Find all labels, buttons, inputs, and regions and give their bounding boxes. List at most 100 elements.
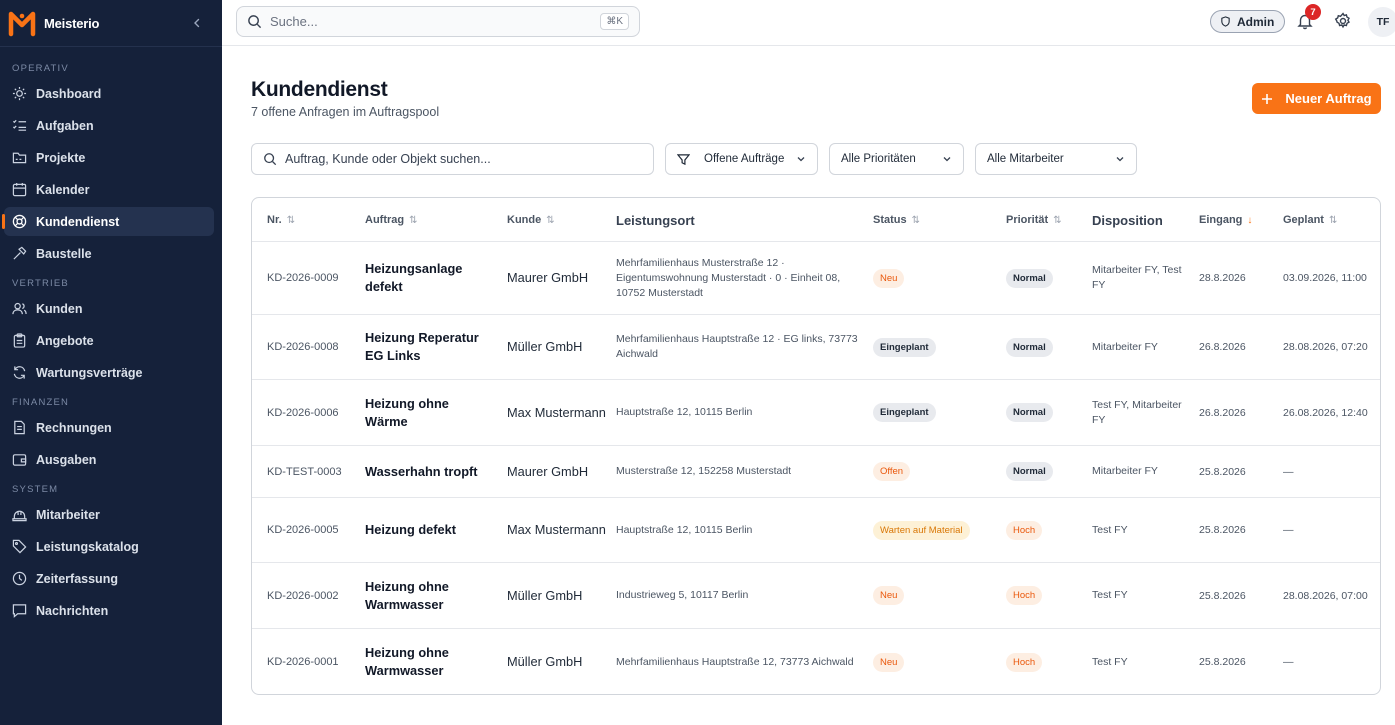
sidebar-item-label: Aufgaben <box>36 118 94 133</box>
order-search[interactable] <box>251 143 654 175</box>
brand: Meisterio <box>0 0 222 47</box>
avatar[interactable]: TF <box>1368 7 1395 37</box>
sidebar-item-angebote[interactable]: Angebote <box>4 326 214 355</box>
column-header-geplant[interactable]: Geplant ⇅ <box>1283 198 1337 242</box>
planned-date: 28.08.2026, 07:00 <box>1283 589 1368 602</box>
order-title-text: Heizung ohne Warmwasser <box>365 645 449 678</box>
service-location: Mehrfamilienhaus Hauptstraße 12, 73773 A… <box>616 629 862 694</box>
document-icon <box>14 420 25 435</box>
search-icon <box>248 15 262 29</box>
disposition: Mitarbeiter FY <box>1092 446 1182 497</box>
new-order-button[interactable]: Neuer Auftrag <box>1252 83 1381 114</box>
service-location: Hauptstraße 12, 10115 Berlin <box>616 498 862 562</box>
order-title[interactable]: Heizung ohne Warmwasser <box>365 563 493 628</box>
sort-icon: ⇅ <box>1053 214 1062 226</box>
sidebar-item-zeiterfassung[interactable]: Zeiterfassung <box>4 564 214 593</box>
sidebar-item-dashboard[interactable]: Dashboard <box>4 79 214 108</box>
column-header-status[interactable]: Status ⇅ <box>873 198 920 242</box>
column-header-disposition: Disposition <box>1092 198 1163 242</box>
users-icon <box>12 302 27 315</box>
orders-table: Nr. ⇅ Auftrag ⇅ Kunde ⇅ Leistungsort Status… <box>251 197 1381 695</box>
planned-date: 28.08.2026, 07:20 <box>1283 341 1368 353</box>
customer-name-text: Müller GmbH <box>507 654 583 669</box>
planned-date: 03.09.2026, 11:00 <box>1283 272 1367 284</box>
gear-icon[interactable] <box>1334 12 1352 30</box>
sidebar-item-aufgaben[interactable]: Aufgaben <box>4 111 214 140</box>
filter-icon <box>677 153 690 165</box>
status-filter[interactable]: Offene Aufträge <box>665 143 818 175</box>
sidebar-item-leistungskatalog[interactable]: Leistungskatalog <box>4 532 214 561</box>
order-search-input[interactable] <box>285 152 642 166</box>
disposition: Test FY <box>1092 629 1182 694</box>
section-title-finanzen: FINANZEN <box>12 397 70 408</box>
table-row[interactable]: KD-2026-0005 Heizung defekt Max Mustermann… <box>252 498 1380 563</box>
disposition-text: Mitarbeiter FY, Test FY <box>1092 264 1182 291</box>
hammer-icon <box>13 246 27 260</box>
column-header-prioritaet[interactable]: Priorität ⇅ <box>1006 198 1062 242</box>
customer-name-text: Maurer GmbH <box>507 270 589 285</box>
sidebar-item-label: Leistungskatalog <box>36 539 139 554</box>
column-label: Geplant <box>1283 214 1324 226</box>
sidebar-item-nachrichten[interactable]: Nachrichten <box>4 596 214 625</box>
order-title[interactable]: Heizung Reperatur EG Links <box>365 315 493 379</box>
column-header-nr[interactable]: Nr. ⇅ <box>267 198 295 242</box>
status-cell: Neu <box>873 563 905 628</box>
order-title[interactable]: Heizung ohne Warmwasser <box>365 629 493 694</box>
received-date: 25.8.2026 <box>1199 589 1246 602</box>
priority-cell: Hoch <box>1006 563 1043 628</box>
column-header-leistungsort: Leistungsort <box>616 198 695 242</box>
sidebar-item-kundendienst[interactable]: Kundendienst <box>2 207 214 236</box>
status-badge: Warten auf Material <box>873 520 970 540</box>
sort-desc-icon: ↓ <box>1247 214 1253 226</box>
collapse-sidebar-icon[interactable] <box>190 16 204 30</box>
status-badge: Eingeplant <box>873 337 936 357</box>
column-label: Leistungsort <box>616 212 695 228</box>
global-search-input[interactable] <box>270 14 601 29</box>
sidebar-item-projekte[interactable]: Projekte <box>4 143 214 172</box>
table-row[interactable]: KD-2026-0006 Heizung ohne Wärme Max Muster… <box>252 380 1380 446</box>
chevron-down-icon <box>797 157 805 162</box>
topbar: ⌘K Admin 7 TF <box>222 0 1395 46</box>
service-location-text: Mehrfamilienhaus Musterstraße 12 · Eigen… <box>616 256 841 299</box>
sidebar-item-kunden[interactable]: Kunden <box>4 294 214 323</box>
received-date: 26.8.2026 <box>1199 341 1246 353</box>
sidebar-item-label: Kundendienst <box>36 214 120 229</box>
column-header-auftrag[interactable]: Auftrag ⇅ <box>365 198 418 242</box>
role-badge[interactable]: Admin <box>1210 10 1286 33</box>
column-header-kunde[interactable]: Kunde ⇅ <box>507 198 555 242</box>
disposition: Mitarbeiter FY, Test FY <box>1092 242 1182 314</box>
order-title[interactable]: Heizung defekt <box>365 498 493 562</box>
order-title[interactable]: Heizung ohne Wärme <box>365 380 493 445</box>
priority-badge: Normal <box>1006 337 1053 357</box>
table-row[interactable]: KD-2026-0001 Heizung ohne Warmwasser Mülle… <box>252 629 1380 694</box>
sidebar-item-mitarbeiter[interactable]: Mitarbeiter <box>4 500 214 529</box>
customer-name: Müller GmbH <box>507 563 607 628</box>
order-title[interactable]: Heizungsanlage defekt <box>365 242 493 314</box>
employee-filter[interactable]: Alle Mitarbeiter <box>975 143 1137 175</box>
sidebar-item-rechnungen[interactable]: Rechnungen <box>4 413 214 442</box>
order-title[interactable]: Wasserhahn tropft <box>365 446 493 497</box>
table-row[interactable]: KD-2026-0008 Heizung Reperatur EG Links Mü… <box>252 315 1380 380</box>
section-title-system: SYSTEM <box>12 484 59 495</box>
table-row[interactable]: KD-2026-0009 Heizungsanlage defekt Maurer … <box>252 242 1380 315</box>
status-filter-value: Offene Aufträge <box>704 153 785 165</box>
column-label: Auftrag <box>365 214 405 226</box>
customer-name: Max Mustermann <box>507 498 607 562</box>
meisterio-logo[interactable] <box>8 9 36 37</box>
planned-date: — <box>1283 656 1294 668</box>
order-number: KD-2026-0001 <box>267 656 339 668</box>
sidebar-item-ausgaben[interactable]: Ausgaben <box>4 445 214 474</box>
sidebar-item-wartungsvertraege[interactable]: Wartungsverträge <box>4 358 214 387</box>
table-row[interactable]: KD-TEST-0003 Wasserhahn tropft Maurer GmbH… <box>252 446 1380 498</box>
column-header-eingang[interactable]: Eingang ↓ <box>1199 198 1252 242</box>
priority-filter[interactable]: Alle Prioritäten <box>829 143 964 175</box>
sort-icon: ⇅ <box>911 214 921 226</box>
sidebar-item-baustelle[interactable]: Baustelle <box>4 239 214 268</box>
table-row[interactable]: KD-2026-0002 Heizung ohne Warmwasser Mülle… <box>252 563 1380 629</box>
global-search[interactable]: ⌘K <box>236 6 640 37</box>
clipboard-icon <box>13 333 26 348</box>
order-title-text: Heizung ohne Wärme <box>365 395 449 429</box>
sidebar-item-label: Wartungsverträge <box>36 365 143 380</box>
sidebar-item-kalender[interactable]: Kalender <box>4 175 214 204</box>
section-title-vertrieb: VERTRIEB <box>12 278 69 289</box>
